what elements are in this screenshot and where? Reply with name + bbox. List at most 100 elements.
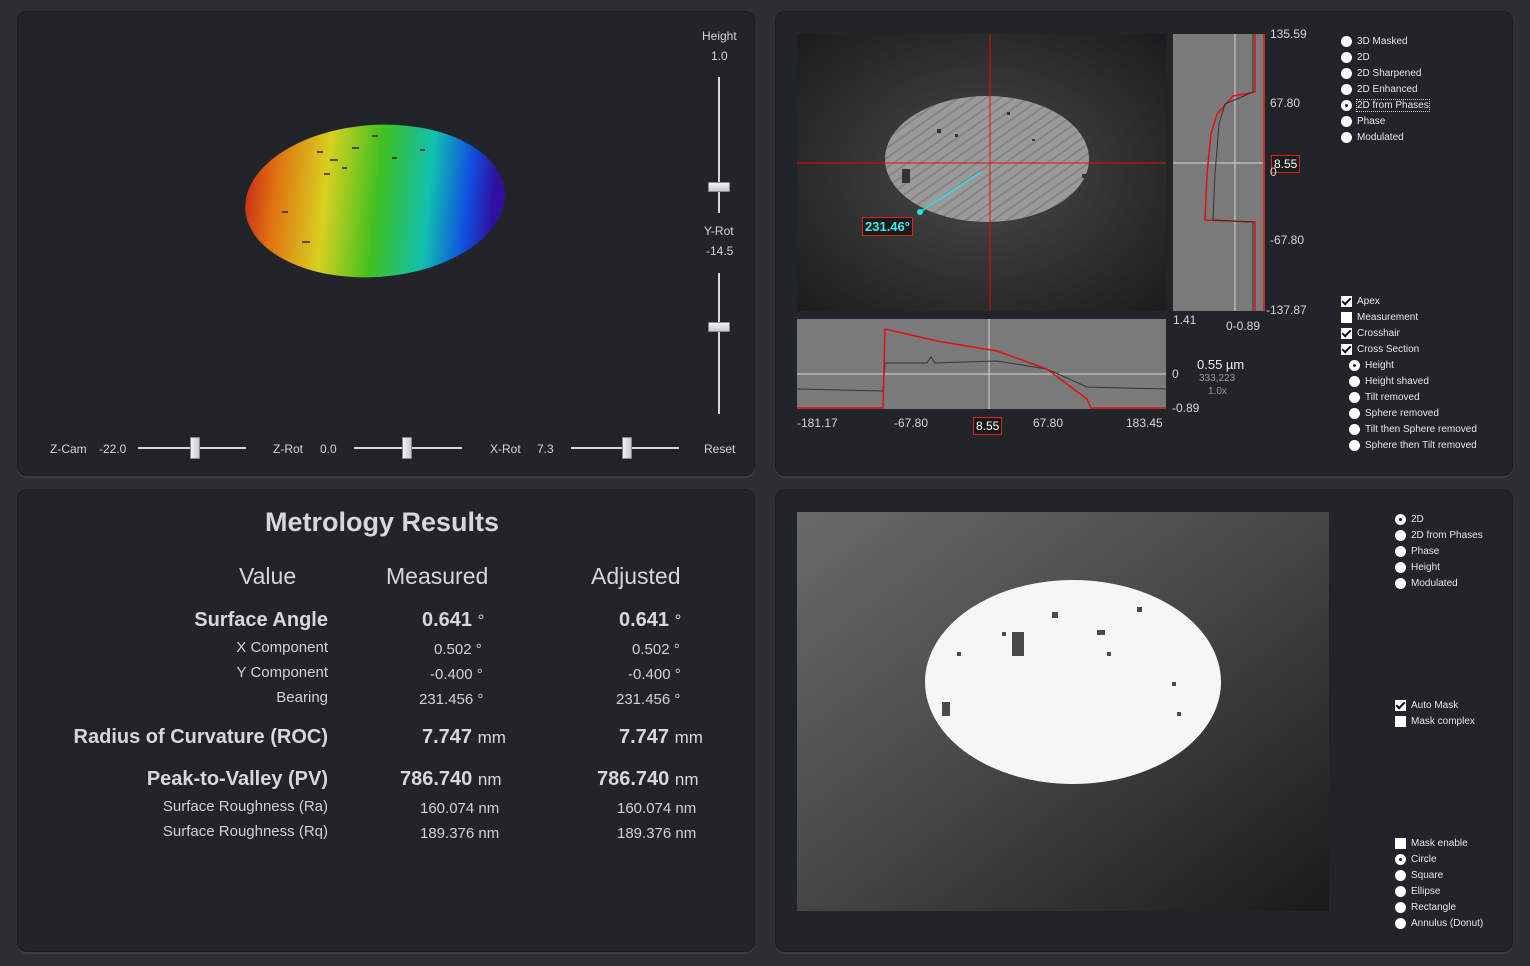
- checkbox-icon: [1341, 327, 1352, 339]
- apex-checkbox[interactable]: Apex: [1341, 293, 1380, 309]
- cam-mode-2d-from-phases[interactable]: 2D from Phases: [1395, 527, 1483, 543]
- horizontal-profile-chart: [797, 319, 1166, 409]
- section-height[interactable]: Height: [1349, 357, 1394, 373]
- cross-section-checkbox[interactable]: Cross Section: [1341, 341, 1419, 357]
- mode-phase[interactable]: Phase: [1341, 113, 1385, 129]
- surface-angle-label: Surface Angle: [194, 609, 328, 631]
- section-sphere-then-tilt[interactable]: Sphere then Tilt removed: [1349, 437, 1477, 453]
- section-tilt-removed[interactable]: Tilt removed: [1349, 389, 1420, 405]
- radio-selected-icon: [1350, 360, 1359, 370]
- height-slider[interactable]: [718, 77, 720, 213]
- rq-measured: 189.376 nm: [420, 825, 500, 842]
- readout-zoom: 1.0x: [1208, 386, 1227, 397]
- bearing-adjusted: 231.456 °: [616, 691, 681, 708]
- yrot-slider-thumb[interactable]: [708, 322, 730, 332]
- profile-panel: 231.46° 135.59 67.80 8.55 0 -67.80 -137.…: [775, 11, 1513, 476]
- surface-angle-measured: 0.641 °: [422, 609, 485, 631]
- mode-3d-masked[interactable]: 3D Masked: [1341, 33, 1408, 49]
- checkbox-icon: [1341, 295, 1352, 307]
- radio-icon: [1349, 439, 1360, 451]
- xrot-label: X-Rot: [490, 442, 521, 456]
- mode-2d-from-phases[interactable]: 2D from Phases: [1341, 97, 1430, 113]
- radio-icon: [1395, 561, 1406, 573]
- radio-icon: [1395, 885, 1406, 897]
- section-tilt-then-sphere[interactable]: Tilt then Sphere removed: [1349, 421, 1477, 437]
- cam-mode-modulated[interactable]: Modulated: [1395, 575, 1458, 591]
- h-right-value: 183.45: [1126, 416, 1163, 430]
- mask-shape-annulus[interactable]: Annulus (Donut): [1395, 915, 1483, 931]
- roc-adjusted: 7.747 mm: [619, 726, 703, 748]
- mask-shape-rectangle[interactable]: Rectangle: [1395, 899, 1456, 915]
- height-slider-thumb[interactable]: [708, 182, 730, 192]
- surface-angle-adjusted: 0.641 °: [619, 609, 682, 631]
- radio-icon: [1395, 529, 1406, 541]
- xrot-slider-thumb[interactable]: [622, 437, 632, 459]
- y-component-measured: -0.400 °: [430, 666, 483, 683]
- checkbox-icon: [1395, 715, 1406, 727]
- radio-icon: [1341, 131, 1352, 143]
- mode-modulated[interactable]: Modulated: [1341, 129, 1404, 145]
- zcam-label: Z-Cam: [50, 442, 87, 456]
- readout-value: 0.55 µm: [1197, 357, 1245, 372]
- camera-image-view[interactable]: [797, 512, 1329, 911]
- zcam-slider-thumb[interactable]: [190, 437, 200, 459]
- angle-tag: 231.46°: [862, 217, 913, 236]
- cam-mode-phase[interactable]: Phase: [1395, 543, 1439, 559]
- x-component-adjusted: 0.502 °: [632, 641, 680, 658]
- mask-shape-square[interactable]: Square: [1395, 867, 1443, 883]
- measurement-checkbox[interactable]: Measurement: [1341, 309, 1418, 325]
- 3d-surface-render[interactable]: [242, 121, 507, 281]
- x-component-measured: 0.502 °: [434, 641, 482, 658]
- v-range-value: 0-0.89: [1226, 319, 1261, 333]
- crosshair-checkbox[interactable]: Crosshair: [1341, 325, 1400, 341]
- radio-icon: [1349, 407, 1360, 419]
- checkbox-icon: [1395, 699, 1406, 711]
- section-sphere-removed[interactable]: Sphere removed: [1349, 405, 1439, 421]
- yrot-slider[interactable]: [718, 273, 720, 414]
- h-zero-value: 0: [1172, 367, 1179, 381]
- yrot-label: Y-Rot: [704, 224, 734, 238]
- section-height-shaved[interactable]: Height shaved: [1349, 373, 1429, 389]
- height-value: 1.0: [711, 49, 728, 63]
- radio-icon: [1349, 375, 1360, 387]
- checkbox-icon: [1395, 837, 1406, 849]
- mode-2d-enhanced[interactable]: 2D Enhanced: [1341, 81, 1418, 97]
- cam-mode-2d[interactable]: 2D: [1395, 511, 1424, 527]
- radio-selected-icon: [1342, 100, 1351, 110]
- checkbox-icon: [1341, 311, 1352, 323]
- radio-icon: [1341, 83, 1352, 95]
- radio-icon: [1395, 577, 1406, 589]
- h-left-value: -181.17: [797, 416, 838, 430]
- auto-mask-checkbox[interactable]: Auto Mask: [1395, 697, 1458, 713]
- h-mid-left-value: -67.80: [894, 416, 929, 430]
- mode-2d[interactable]: 2D: [1341, 49, 1370, 65]
- mask-complex-checkbox[interactable]: Mask complex: [1395, 713, 1475, 729]
- mode-2d-sharpened[interactable]: 2D Sharpened: [1341, 65, 1422, 81]
- radio-selected-icon: [1396, 514, 1405, 524]
- pv-label: Peak-to-Valley (PV): [146, 768, 328, 790]
- reset-button[interactable]: Reset: [704, 442, 735, 456]
- bearing-label: Bearing: [276, 689, 328, 706]
- 3d-view-panel: Height 1.0 Y-Rot -14.5 Z-Cam -22.0 Z-Rot…: [17, 11, 755, 476]
- roc-measured: 7.747 mm: [422, 726, 506, 748]
- y-component-label: Y Component: [236, 664, 328, 681]
- checkbox-icon: [1341, 343, 1352, 355]
- y-component-adjusted: -0.400 °: [628, 666, 681, 683]
- zcam-value: -22.0: [99, 442, 127, 456]
- ra-measured: 160.074 nm: [420, 800, 500, 817]
- v-left-value: 1.41: [1173, 313, 1197, 327]
- radio-icon: [1395, 901, 1406, 913]
- radio-icon: [1395, 917, 1406, 929]
- camera-panel: 2D 2D from Phases Phase Height Modulated…: [775, 489, 1513, 952]
- radio-icon: [1395, 869, 1406, 881]
- radio-icon: [1341, 67, 1352, 79]
- mask-enable-checkbox[interactable]: Mask enable: [1395, 835, 1468, 851]
- mask-shape-circle[interactable]: Circle: [1395, 851, 1437, 867]
- phase-image-view[interactable]: [797, 34, 1166, 311]
- h-mid-right-value: 67.80: [1033, 416, 1064, 430]
- cam-mode-height[interactable]: Height: [1395, 559, 1440, 575]
- zrot-slider-thumb[interactable]: [402, 437, 412, 459]
- mask-shape-ellipse[interactable]: Ellipse: [1395, 883, 1440, 899]
- radio-icon: [1349, 423, 1360, 435]
- vertical-profile-chart: [1173, 34, 1265, 311]
